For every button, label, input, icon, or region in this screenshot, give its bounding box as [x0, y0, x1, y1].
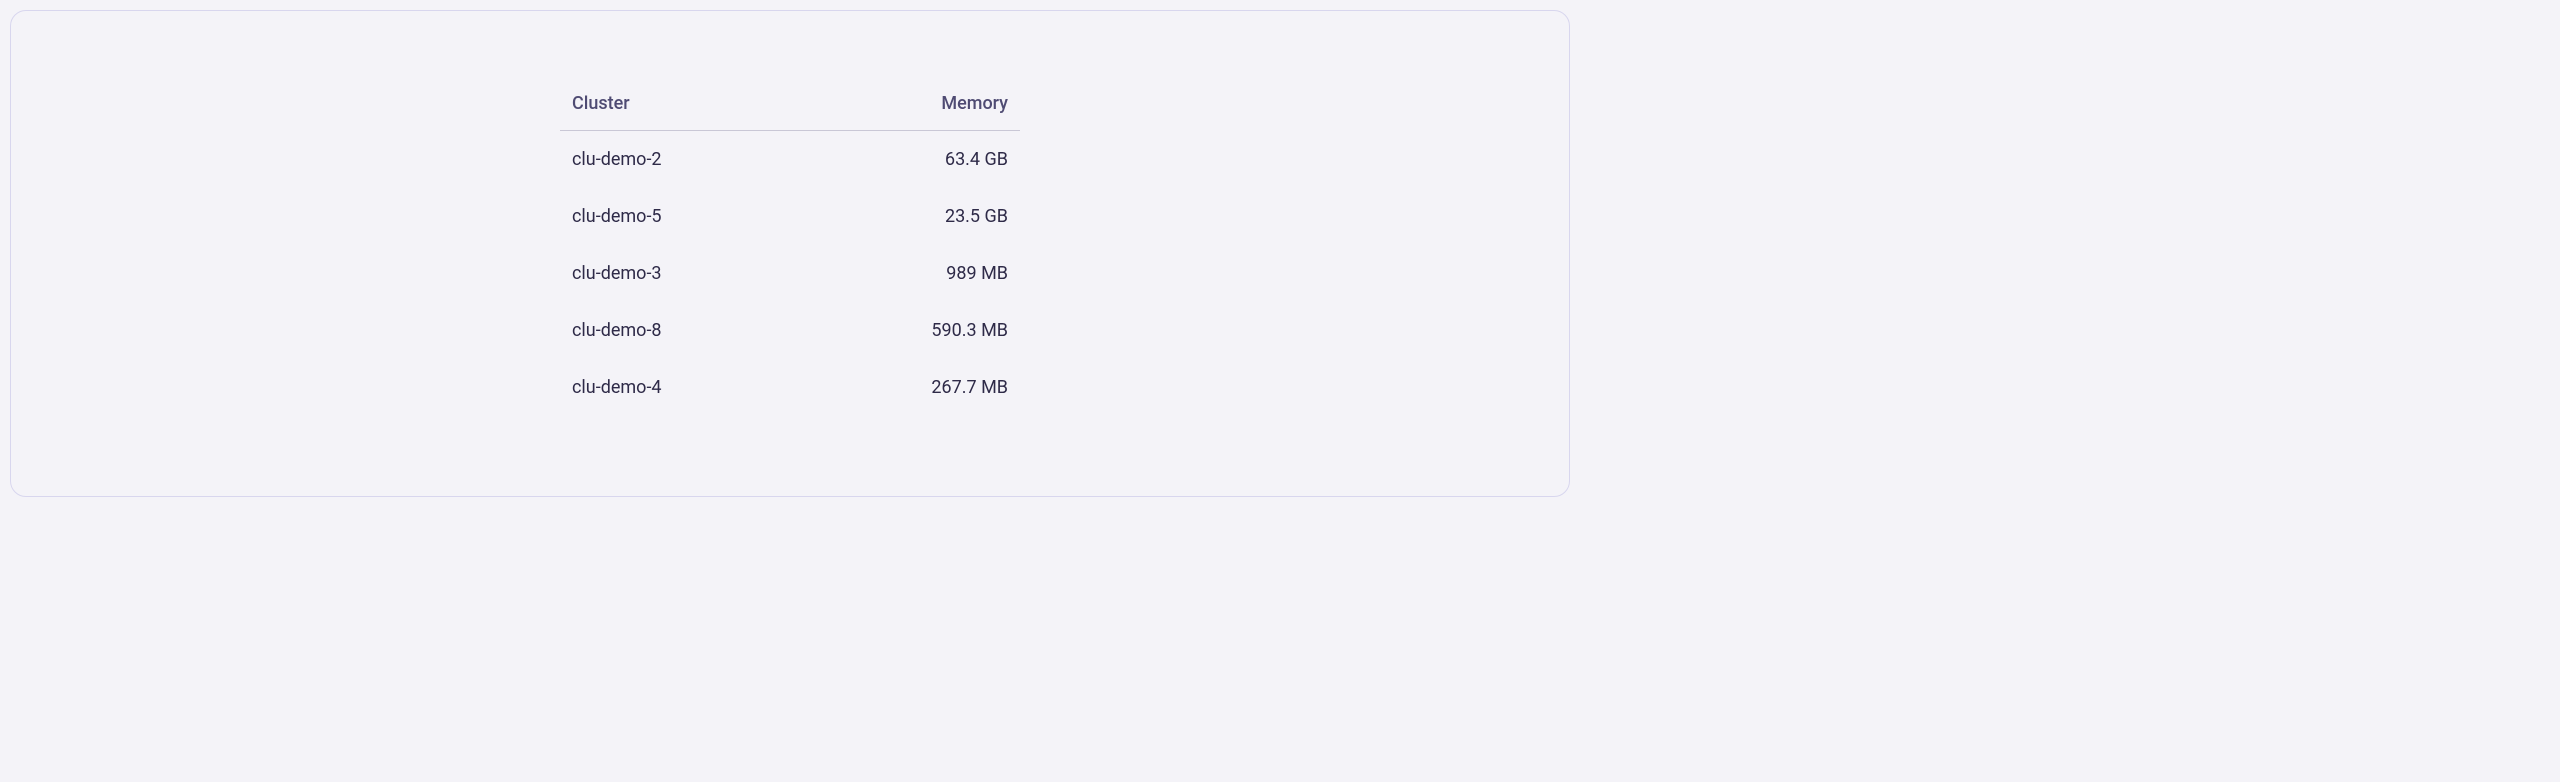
cell-cluster: clu-demo-3: [560, 245, 804, 302]
column-header-memory: Memory: [804, 81, 1020, 131]
column-header-cluster: Cluster: [560, 81, 804, 131]
cell-memory: 23.5 GB: [804, 188, 1020, 245]
cell-cluster: clu-demo-4: [560, 359, 804, 416]
table-body: clu-demo-2 63.4 GB clu-demo-5 23.5 GB cl…: [560, 131, 1020, 417]
cell-cluster: clu-demo-8: [560, 302, 804, 359]
cell-memory: 590.3 MB: [804, 302, 1020, 359]
table-row: clu-demo-8 590.3 MB: [560, 302, 1020, 359]
table-row: clu-demo-2 63.4 GB: [560, 131, 1020, 189]
cluster-memory-table: Cluster Memory clu-demo-2 63.4 GB clu-de…: [560, 81, 1020, 416]
table-row: clu-demo-3 989 MB: [560, 245, 1020, 302]
card-panel: Cluster Memory clu-demo-2 63.4 GB clu-de…: [10, 10, 1570, 497]
cell-memory: 989 MB: [804, 245, 1020, 302]
table-header: Cluster Memory: [560, 81, 1020, 131]
cell-cluster: clu-demo-5: [560, 188, 804, 245]
table-header-row: Cluster Memory: [560, 81, 1020, 131]
table-row: clu-demo-4 267.7 MB: [560, 359, 1020, 416]
cell-memory: 63.4 GB: [804, 131, 1020, 189]
table-row: clu-demo-5 23.5 GB: [560, 188, 1020, 245]
cell-cluster: clu-demo-2: [560, 131, 804, 189]
cell-memory: 267.7 MB: [804, 359, 1020, 416]
